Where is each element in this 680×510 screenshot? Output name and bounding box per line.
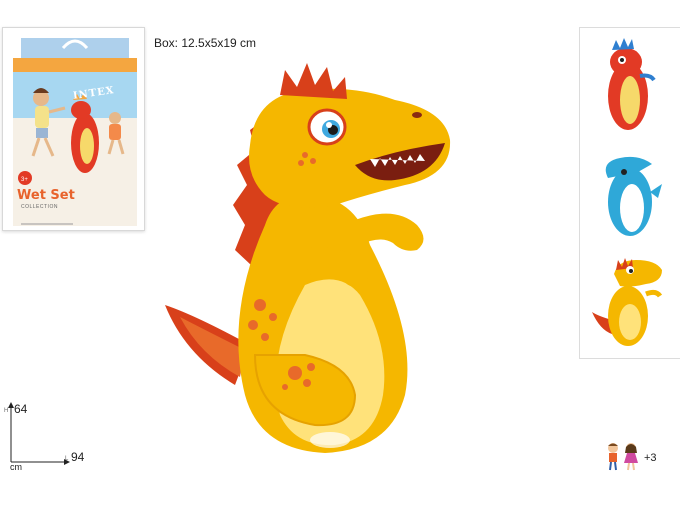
dinosaur-icon[interactable] xyxy=(590,250,670,350)
length-axis-label: L xyxy=(65,456,69,462)
product-box-thumbnail[interactable]: 3+ INTEX Wet Set COLLECTION xyxy=(2,27,145,231)
height-value: 64 xyxy=(14,402,28,416)
svg-text:3+: 3+ xyxy=(21,177,28,183)
children-age-icon xyxy=(608,443,638,471)
dimension-unit: cm xyxy=(10,462,22,472)
box-title: Wet Set xyxy=(17,188,75,203)
age-label: +3 xyxy=(644,452,657,464)
variant-panel xyxy=(579,27,680,359)
dimensions-diagram: H 64 L 94 cm xyxy=(0,400,110,480)
main-product-image xyxy=(165,63,451,453)
dragon-icon[interactable] xyxy=(590,34,670,134)
width-value: 94 xyxy=(71,450,85,464)
box-subtitle: COLLECTION xyxy=(21,204,58,210)
height-axis-label: H xyxy=(4,408,9,414)
box-size-label: Box: 12.5x5x19 cm xyxy=(154,36,257,50)
dolphin-icon[interactable] xyxy=(590,142,670,242)
